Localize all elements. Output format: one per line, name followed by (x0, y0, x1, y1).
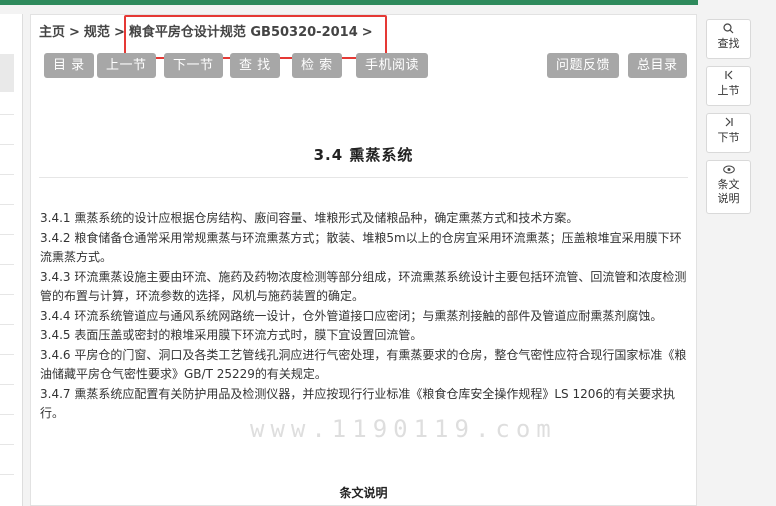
search-button[interactable]: 查 找 (230, 53, 280, 78)
paragraph: 3.4.7 熏蒸系统应配置有关防护用品及检测仪器，并应按现行行业标准《粮食仓库安… (40, 386, 676, 421)
divider (0, 414, 14, 415)
breadcrumb-separator: > (69, 25, 80, 40)
divider (0, 354, 14, 355)
divider (0, 294, 14, 295)
side-search-button[interactable]: 查找 (706, 19, 751, 59)
toolbar: 目 录 上一节 下一节 查 找 检 索 手机阅读 问题反馈 总目录 (44, 53, 687, 79)
divider (0, 324, 14, 325)
explanation-heading: 条文说明 (339, 486, 388, 500)
divider (0, 174, 14, 175)
feedback-button[interactable]: 问题反馈 (547, 53, 620, 78)
divider (0, 444, 14, 445)
breadcrumb-home[interactable]: 主页 (39, 25, 65, 40)
left-nav-panel[interactable] (0, 14, 23, 506)
breadcrumb-spec[interactable]: 规范 (84, 25, 110, 40)
side-prev-button[interactable]: 上节 (706, 66, 751, 106)
divider (0, 264, 14, 265)
content-panel: 主页 > 规范 > 粮食平房仓设计规范 GB50320-2014 > 目 录 上一节 下一… (30, 14, 697, 506)
divider (0, 474, 14, 475)
divider (0, 234, 14, 235)
divider (0, 144, 14, 145)
paragraph: 3.4.5 表面压盖或密封的粮堆采用膜下环流方式时，膜下宜设置回流管。 (40, 328, 423, 342)
side-prev-label: 上节 (717, 84, 740, 97)
paragraph: 3.4.1 熏蒸系统的设计应根据仓房结构、廒间容量、堆粮形式及储粮品种，确定熏蒸… (40, 211, 579, 225)
top-accent-bar (0, 0, 698, 5)
eye-icon (707, 164, 750, 178)
prev-section-button[interactable]: 上一节 (97, 53, 156, 78)
page-title: 3.4 熏蒸系统 (313, 146, 414, 164)
article-body: 3.4.1 熏蒸系统的设计应根据仓房结构、廒间容量、堆粮形式及储粮品种，确定熏蒸… (40, 209, 688, 424)
side-search-label: 查找 (717, 37, 740, 50)
side-next-button[interactable]: 下节 (706, 113, 751, 153)
paragraph: 3.4.2 粮食储备仓通常采用常规熏蒸与环流熏蒸方式；散装、堆粮5m以上的仓房宜… (40, 230, 682, 265)
paragraph: 3.4.3 环流熏蒸设施主要由环流、施药及药物浓度检测等部分组成，环流熏蒸系统设… (40, 269, 687, 304)
side-explain-label: 条文说明 (717, 178, 740, 205)
skip-forward-icon (707, 117, 750, 131)
search-icon (707, 23, 750, 37)
next-section-button[interactable]: 下一节 (164, 53, 223, 78)
mobile-read-button[interactable]: 手机阅读 (356, 53, 429, 78)
divider (0, 204, 14, 205)
side-explain-button[interactable]: 条文说明 (706, 160, 751, 214)
left-nav-selected-item[interactable] (0, 54, 14, 92)
divider (0, 384, 14, 385)
all-toc-button[interactable]: 总目录 (628, 53, 687, 78)
toc-button[interactable]: 目 录 (44, 53, 94, 78)
title-divider (39, 177, 688, 178)
side-next-label: 下节 (717, 131, 740, 144)
paragraph: 3.4.6 平房仓的门窗、洞口及各类工艺管线孔洞应进行气密处理，有熏蒸要求的仓房… (40, 347, 687, 382)
skip-back-icon (707, 70, 750, 84)
divider (0, 114, 14, 115)
paragraph: 3.4.4 环流系统管道应与通风系统网路统一设计，仓外管道接口应密闭；与熏蒸剂接… (40, 308, 663, 323)
retrieve-button[interactable]: 检 索 (292, 53, 342, 78)
